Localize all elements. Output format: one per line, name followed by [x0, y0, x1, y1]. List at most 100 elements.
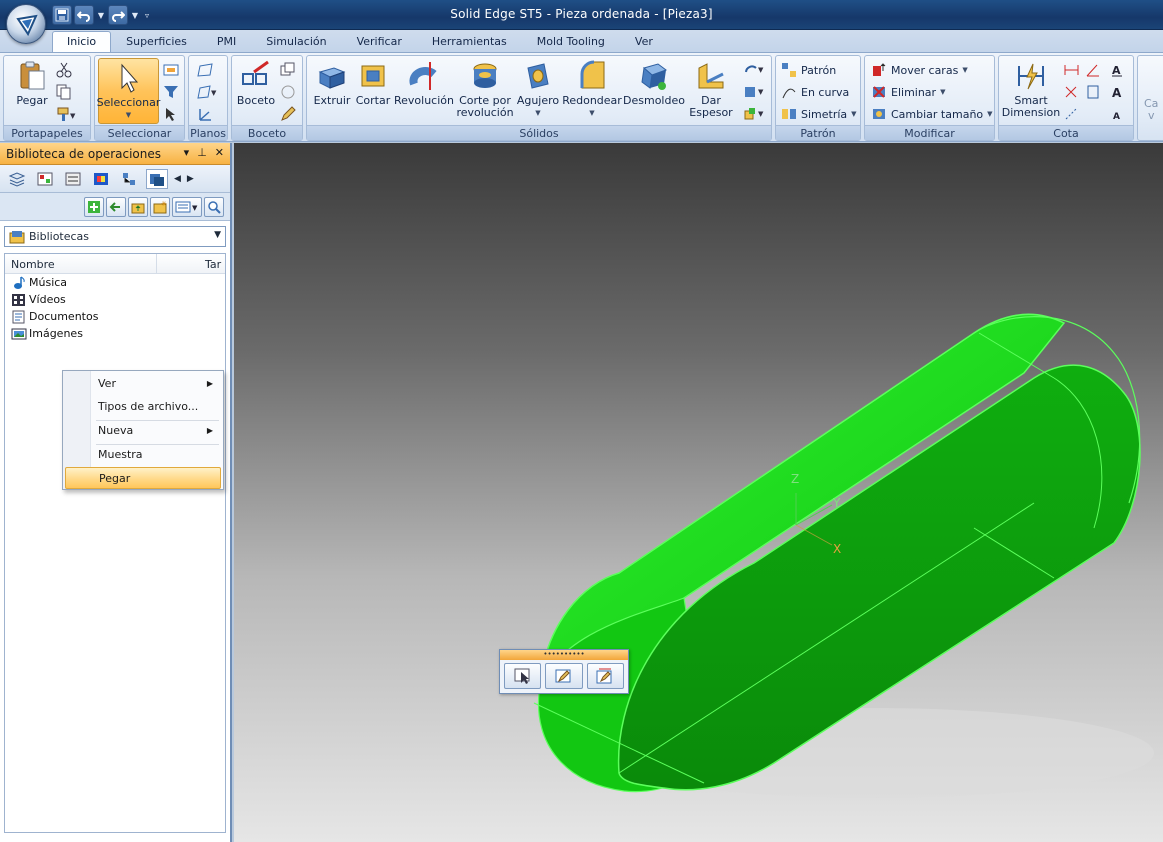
increase-font-icon[interactable]: A: [1109, 84, 1127, 100]
tab-simulacion[interactable]: Simulación: [251, 31, 341, 52]
edit-pencil-icon: [555, 669, 571, 683]
tab-pmi[interactable]: PMI: [202, 31, 251, 52]
revolve-button[interactable]: Revolución: [394, 60, 454, 107]
list-item-musica[interactable]: Música: [5, 274, 225, 291]
cut-button[interactable]: Cortar: [355, 60, 391, 107]
tab-scroll-left-icon[interactable]: ◀: [174, 174, 181, 184]
menu-item-nueva[interactable]: Nueva ▶: [65, 420, 221, 442]
cut-icon[interactable]: [56, 62, 72, 78]
extrude-button[interactable]: Extruir: [313, 60, 351, 107]
tab-verificar[interactable]: Verificar: [342, 31, 417, 52]
plane-icon[interactable]: [197, 62, 215, 78]
cut-label: Cortar: [355, 94, 391, 107]
solids-more-2-icon[interactable]: ▼: [743, 84, 767, 100]
revolve-label: Revolución: [394, 94, 454, 107]
application-button[interactable]: [6, 4, 46, 44]
smart-dimension-label-2: Dimension: [1001, 106, 1061, 119]
group-cut-off: Ca v: [1137, 55, 1163, 141]
sketch-project-icon[interactable]: [280, 84, 296, 100]
menu-item-muestra[interactable]: Muestra: [65, 444, 221, 466]
tab-herramientas[interactable]: Herramientas: [417, 31, 522, 52]
round-button[interactable]: Redondear ▼: [562, 60, 622, 119]
clipboard-icon: [20, 61, 45, 90]
tab-superficies[interactable]: Superficies: [111, 31, 202, 52]
view-options-icon[interactable]: ▼: [172, 196, 202, 217]
distance-dimension-icon[interactable]: [1063, 62, 1081, 78]
select-button[interactable]: Seleccionar ▼: [97, 58, 160, 124]
list-item-imagenes[interactable]: Imágenes: [5, 325, 225, 342]
draft-button[interactable]: Desmoldeo: [623, 60, 685, 107]
select-box-icon[interactable]: [163, 62, 179, 78]
menu-item-pegar[interactable]: Pegar: [65, 467, 221, 489]
solids-more-1-icon[interactable]: ▼: [743, 62, 767, 78]
library-dropdown-arrow-icon[interactable]: ▼: [214, 230, 221, 240]
hole-button[interactable]: Agujero ▼: [515, 60, 561, 119]
select-tool-icon[interactable]: [163, 106, 179, 122]
revolve-cut-icon: [473, 63, 497, 88]
edit-feature-button[interactable]: [545, 663, 583, 689]
list-item-documentos[interactable]: Documentos: [5, 308, 225, 325]
tree-tab-icon[interactable]: [34, 169, 56, 189]
text-format-icon[interactable]: A: [1109, 62, 1127, 78]
solids-more-3-icon[interactable]: ▼: [743, 106, 767, 122]
along-curve-button[interactable]: En curva: [781, 82, 849, 102]
mirror-button[interactable]: Simetría ▼: [781, 104, 857, 124]
draft-icon: [641, 63, 668, 90]
library-dropdown[interactable]: Bibliotecas ▼: [4, 226, 226, 247]
svg-text:▼: ▼: [211, 89, 217, 97]
library-tab-icon[interactable]: [146, 168, 168, 189]
sketch-button[interactable]: Boceto: [236, 60, 276, 107]
menu-item-ver[interactable]: Ver ▶: [65, 373, 221, 395]
angle-dimension-icon[interactable]: [1085, 62, 1103, 78]
edit-dimensions-button[interactable]: [586, 663, 624, 689]
column-name[interactable]: Nombre: [11, 258, 55, 271]
menu-item-tipos-archivo[interactable]: Tipos de archivo...: [65, 396, 221, 418]
list-item-videos[interactable]: Vídeos: [5, 291, 225, 308]
color-tab-icon[interactable]: [90, 169, 112, 189]
coordinate-dimension-icon[interactable]: [1063, 84, 1081, 100]
part-model[interactable]: [234, 143, 1163, 842]
layers-tab-icon[interactable]: [6, 169, 28, 189]
paste-button[interactable]: Pegar: [12, 60, 52, 107]
group-planos: ▼ Planos: [188, 55, 228, 141]
pattern-label: Patrón: [801, 63, 837, 77]
move-faces-icon: [873, 63, 886, 76]
tab-scroll-right-icon[interactable]: ▶: [187, 174, 194, 184]
new-folder-icon[interactable]: ✳: [150, 196, 170, 217]
decrease-font-icon[interactable]: A: [1109, 106, 1127, 122]
tab-ver[interactable]: Ver: [620, 31, 668, 52]
folder-up-icon[interactable]: [128, 196, 148, 217]
panel-pin-icon[interactable]: ⊥: [197, 146, 207, 159]
format-painter-icon[interactable]: ▼: [56, 106, 78, 122]
chamfer-dimension-icon[interactable]: [1063, 106, 1081, 122]
sketch-pencil-icon[interactable]: [280, 106, 296, 122]
plane-options-icon[interactable]: ▼: [197, 84, 219, 100]
sketch-copy-icon[interactable]: [280, 62, 296, 78]
panel-menu-icon[interactable]: ▾: [184, 146, 190, 159]
thin-wall-button[interactable]: Dar Espesor: [685, 60, 737, 119]
tab-inicio[interactable]: Inicio: [52, 31, 112, 52]
quick-pick-button[interactable]: [504, 663, 542, 689]
tab-mold-tooling[interactable]: Mold Tooling: [522, 31, 620, 52]
search-icon[interactable]: [204, 196, 224, 217]
select-filter-icon[interactable]: [163, 84, 179, 100]
copy-icon[interactable]: [56, 84, 72, 100]
pattern-button[interactable]: Patrón: [781, 60, 836, 80]
sensors-tab-icon[interactable]: [62, 169, 84, 189]
smart-dimension-button[interactable]: Smart Dimension: [1001, 60, 1061, 119]
graphics-viewport[interactable]: Z Y X: [234, 143, 1163, 842]
thin-wall-label-2: Espesor: [689, 106, 733, 119]
back-icon[interactable]: [106, 196, 126, 217]
resize-button[interactable]: Cambiar tamaño ▼: [871, 104, 993, 124]
column-size[interactable]: Tar: [205, 258, 221, 271]
menu-item-label: Muestra: [98, 448, 143, 461]
command-bar-grip[interactable]: ••••••••••: [500, 650, 628, 660]
add-icon[interactable]: [84, 196, 104, 217]
structure-tab-icon[interactable]: [118, 169, 140, 189]
revolve-cut-button[interactable]: Corte por revolución: [456, 60, 514, 119]
symmetric-dimension-icon[interactable]: [1085, 84, 1103, 100]
delete-button[interactable]: Eliminar ▼: [871, 82, 945, 102]
panel-close-icon[interactable]: ✕: [215, 146, 224, 159]
coordinate-system-icon[interactable]: [197, 106, 215, 122]
move-faces-button[interactable]: Mover caras ▼: [871, 60, 968, 80]
